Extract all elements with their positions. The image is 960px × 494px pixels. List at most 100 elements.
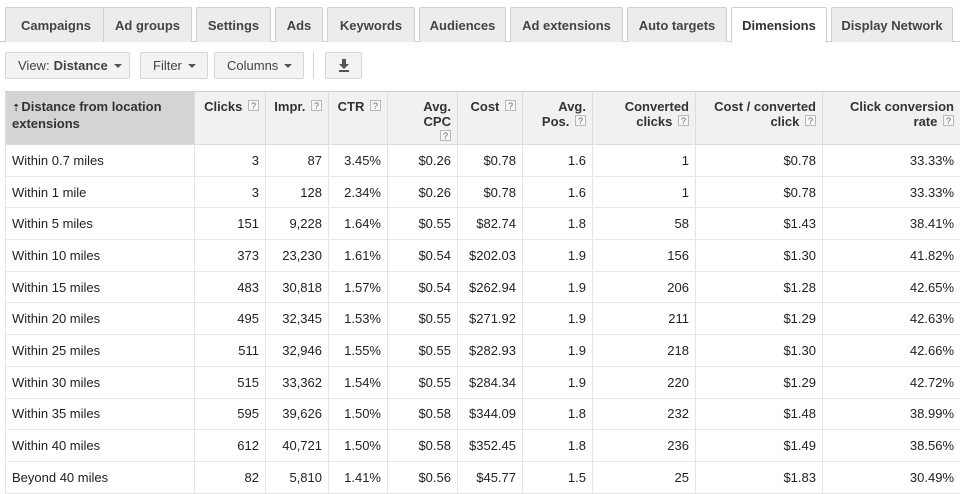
cell-ctr: 1.53%: [329, 303, 388, 335]
cell-cost: $45.77: [458, 461, 523, 493]
cell-click-conv-rate: 38.56%: [823, 430, 960, 462]
table-row: Within 5 miles1519,2281.64%$0.55$82.741.…: [6, 208, 960, 240]
filter-label: Filter: [153, 58, 182, 73]
col-header-impr[interactable]: Impr. ?: [266, 92, 329, 145]
cell-cost: $344.09: [458, 398, 523, 430]
cell-avg-cpc: $0.58: [388, 430, 458, 462]
cell-click-conv-rate: 42.63%: [823, 303, 960, 335]
tab-keywords[interactable]: Keywords: [327, 7, 415, 42]
cell-clicks: 515: [195, 366, 266, 398]
cell-distance: Within 25 miles: [6, 335, 195, 367]
cell-click-conv-rate: 38.99%: [823, 398, 960, 430]
help-icon[interactable]: ?: [440, 130, 451, 141]
table-row: Within 30 miles51533,3621.54%$0.55$284.3…: [6, 366, 960, 398]
tab-settings[interactable]: Settings: [196, 7, 271, 42]
cell-impr: 9,228: [266, 208, 329, 240]
cell-distance: Within 1 mile: [6, 176, 195, 208]
col-header-avg-cpc[interactable]: Avg. CPC?: [388, 92, 458, 145]
help-icon[interactable]: ?: [678, 115, 689, 126]
col-header-converted-clicks[interactable]: Converted clicks ?: [593, 92, 696, 145]
cell-ctr: 2.34%: [329, 176, 388, 208]
cell-click-conv-rate: 33.33%: [823, 145, 960, 177]
cell-converted-clicks: 1: [593, 176, 696, 208]
caret-down-icon: [188, 64, 196, 68]
columns-label: Columns: [227, 58, 278, 73]
cell-clicks: 3: [195, 145, 266, 177]
cell-avg-pos: 1.9: [523, 335, 593, 367]
tab-audiences[interactable]: Audiences: [419, 7, 506, 42]
columns-dropdown[interactable]: Columns: [214, 52, 304, 79]
col-header-avg-pos[interactable]: Avg. Pos. ?: [523, 92, 593, 145]
download-button[interactable]: [325, 52, 362, 79]
cell-avg-pos: 1.9: [523, 366, 593, 398]
cell-distance: Within 0.7 miles: [6, 145, 195, 177]
cell-avg-cpc: $0.55: [388, 303, 458, 335]
help-icon[interactable]: ?: [575, 115, 586, 126]
cell-cost-per-converted: $1.30: [696, 335, 823, 367]
tab-dimensions[interactable]: Dimensions: [731, 7, 827, 43]
view-dropdown[interactable]: View: Distance: [5, 52, 130, 79]
dimensions-table: ⇡Distance from location extensions Click…: [5, 91, 960, 494]
tab-display-network[interactable]: Display Network: [831, 7, 953, 42]
col-header-click-conversion-rate[interactable]: Click conversion rate ?: [823, 92, 960, 145]
cell-cost: $284.34: [458, 366, 523, 398]
cell-distance: Within 15 miles: [6, 271, 195, 303]
cell-avg-pos: 1.8: [523, 208, 593, 240]
tab-ad-groups[interactable]: Ad groups: [103, 7, 192, 42]
cell-distance: Beyond 40 miles: [6, 461, 195, 493]
cell-avg-cpc: $0.58: [388, 398, 458, 430]
cell-converted-clicks: 211: [593, 303, 696, 335]
cell-clicks: 511: [195, 335, 266, 367]
help-icon[interactable]: ?: [505, 100, 516, 111]
cell-converted-clicks: 206: [593, 271, 696, 303]
cell-avg-pos: 1.8: [523, 398, 593, 430]
cell-click-conv-rate: 42.66%: [823, 335, 960, 367]
cell-cost-per-converted: $1.48: [696, 398, 823, 430]
cell-cost: $352.45: [458, 430, 523, 462]
tab-ads[interactable]: Ads: [275, 7, 323, 42]
help-icon[interactable]: ?: [311, 100, 322, 111]
col-header-ctr[interactable]: CTR ?: [329, 92, 388, 145]
tab-auto-targets[interactable]: Auto targets: [627, 7, 727, 42]
cell-avg-cpc: $0.26: [388, 145, 458, 177]
filter-dropdown[interactable]: Filter: [140, 52, 208, 79]
cell-impr: 32,946: [266, 335, 329, 367]
cell-converted-clicks: 58: [593, 208, 696, 240]
cell-cost-per-converted: $1.29: [696, 303, 823, 335]
cell-impr: 23,230: [266, 240, 329, 272]
cell-impr: 87: [266, 145, 329, 177]
cell-distance: Within 10 miles: [6, 240, 195, 272]
col-header-cost-per-converted-click[interactable]: Cost / converted click ?: [696, 92, 823, 145]
cell-cost-per-converted: $1.43: [696, 208, 823, 240]
cell-avg-pos: 1.8: [523, 430, 593, 462]
help-icon[interactable]: ?: [370, 100, 381, 111]
cell-impr: 32,345: [266, 303, 329, 335]
cell-converted-clicks: 156: [593, 240, 696, 272]
help-icon[interactable]: ?: [248, 100, 259, 111]
tab-campaigns[interactable]: Campaigns: [5, 7, 107, 42]
view-value: Distance: [54, 58, 108, 73]
cell-avg-cpc: $0.55: [388, 366, 458, 398]
cell-ctr: 3.45%: [329, 145, 388, 177]
cell-impr: 33,362: [266, 366, 329, 398]
cell-ctr: 1.41%: [329, 461, 388, 493]
cell-cost: $82.74: [458, 208, 523, 240]
col-header-clicks[interactable]: Clicks ?: [195, 92, 266, 145]
col-header-cost[interactable]: Cost ?: [458, 92, 523, 145]
cell-converted-clicks: 218: [593, 335, 696, 367]
col-header-distance[interactable]: ⇡Distance from location extensions: [6, 92, 195, 145]
cell-click-conv-rate: 33.33%: [823, 176, 960, 208]
cell-cost-per-converted: $1.83: [696, 461, 823, 493]
tab-ad-extensions[interactable]: Ad extensions: [510, 7, 623, 42]
help-icon[interactable]: ?: [943, 115, 954, 126]
cell-cost: $282.93: [458, 335, 523, 367]
cell-clicks: 82: [195, 461, 266, 493]
sort-ascending-icon: ⇡: [12, 103, 20, 114]
cell-cost-per-converted: $0.78: [696, 145, 823, 177]
cell-ctr: 1.54%: [329, 366, 388, 398]
help-icon[interactable]: ?: [805, 115, 816, 126]
cell-avg-pos: 1.5: [523, 461, 593, 493]
cell-click-conv-rate: 42.72%: [823, 366, 960, 398]
cell-ctr: 1.64%: [329, 208, 388, 240]
cell-clicks: 151: [195, 208, 266, 240]
